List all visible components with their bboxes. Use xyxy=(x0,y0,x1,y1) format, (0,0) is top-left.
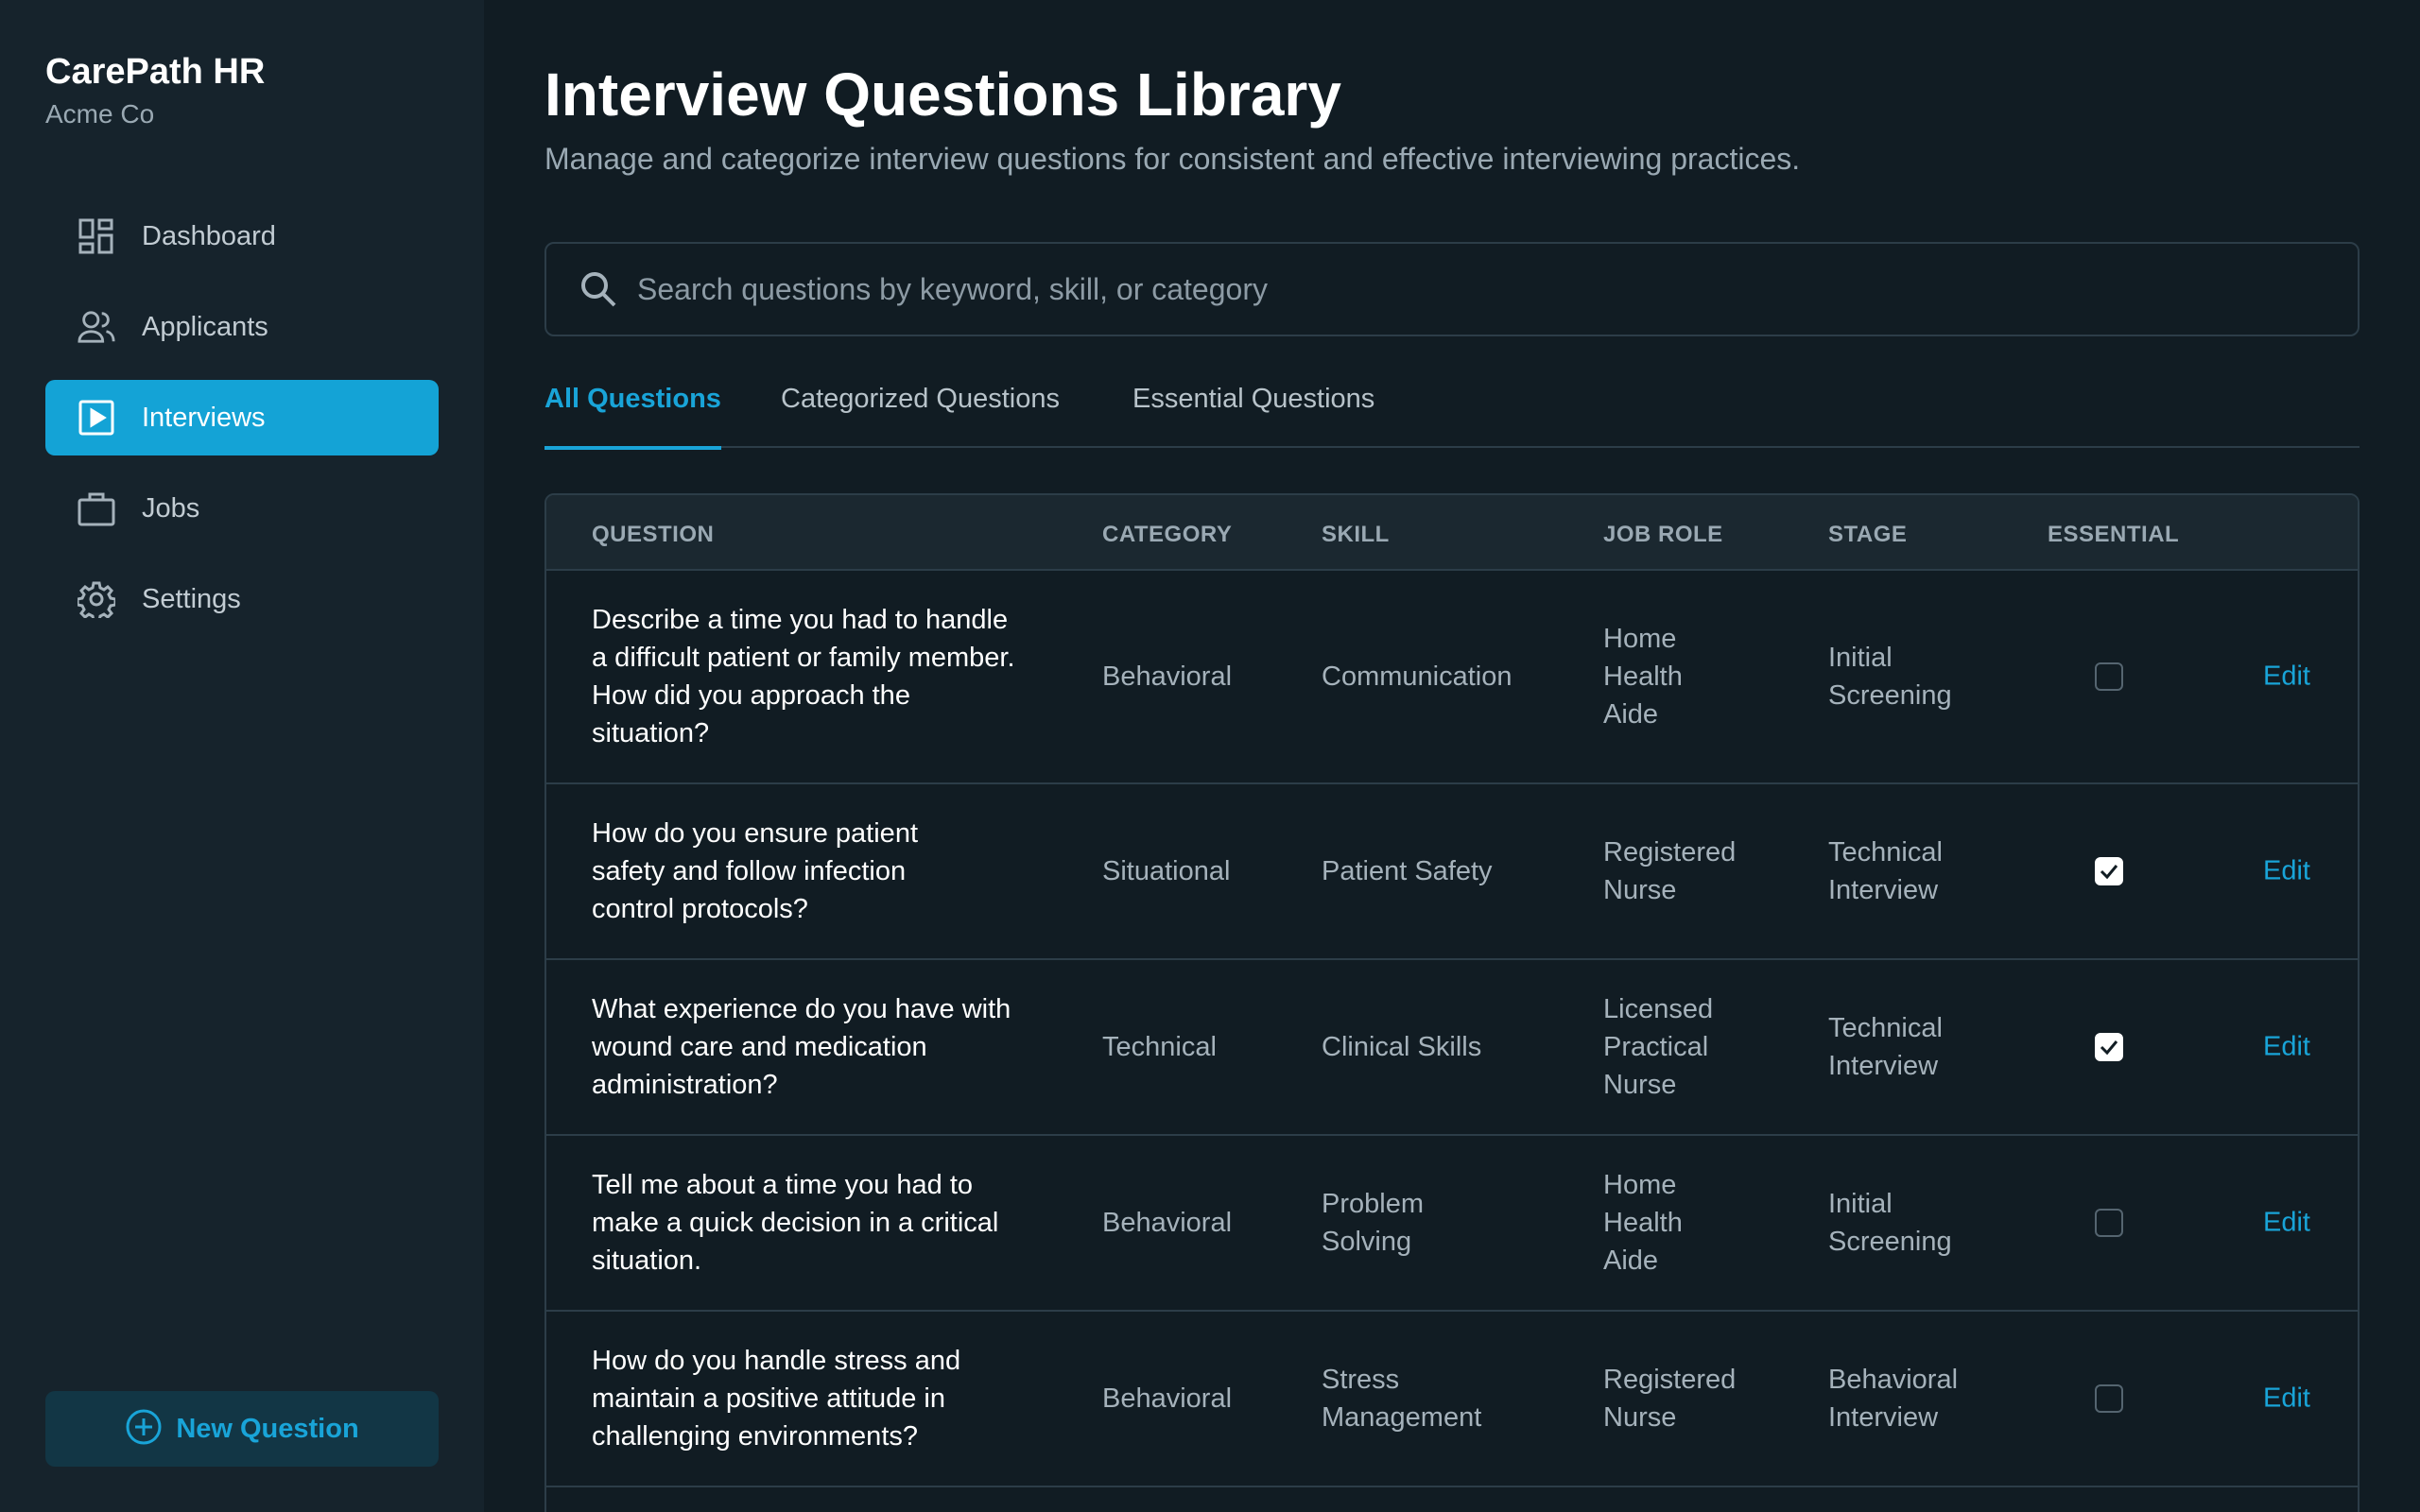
essential-checkbox[interactable] xyxy=(2095,662,2123,691)
job-role-cell: Registered Nurse xyxy=(1603,837,1737,905)
essential-checkbox[interactable] xyxy=(2095,1033,2123,1061)
page-title: Interview Questions Library xyxy=(544,60,1341,129)
stage-cell: Technical Interview xyxy=(1828,837,1943,905)
sidebar-item-applicants[interactable]: Applicants xyxy=(45,289,439,365)
question-text: Tell me about a time you had to make a q… xyxy=(592,1170,999,1276)
column-header-stage: STAGE xyxy=(1828,522,1908,547)
skill-cell: Clinical Skills xyxy=(1322,1032,1482,1062)
edit-link[interactable]: Edit xyxy=(2263,1032,2310,1063)
brand: CarePath HR Acme Co xyxy=(45,49,265,130)
category-cell: Behavioral xyxy=(1102,662,1233,692)
stage-cell: Initial Screening xyxy=(1828,643,1952,711)
new-question-button[interactable]: New Question xyxy=(45,1391,439,1467)
job-role-cell: Home Health Aide xyxy=(1603,624,1683,730)
column-header-job-role: JOB ROLE xyxy=(1603,522,1723,547)
category-cell: Behavioral xyxy=(1102,1383,1233,1414)
skill-cell: Stress Management xyxy=(1322,1365,1482,1433)
skill-cell: Patient Safety xyxy=(1322,856,1493,886)
column-header-skill: SKILL xyxy=(1322,522,1390,547)
stage-cell: Behavioral Interview xyxy=(1828,1365,1959,1433)
sidebar-item-label: Applicants xyxy=(142,311,268,342)
question-text: What experience do you have with wound c… xyxy=(592,994,1011,1100)
table-row: What experience do you have with wound c… xyxy=(546,960,2358,1136)
sidebar-item-label: Settings xyxy=(142,583,241,614)
checkmark-icon xyxy=(2100,1040,2118,1056)
questions-table: QUESTION CATEGORY SKILL JOB ROLE STAGE E… xyxy=(544,493,2360,1512)
column-header-essential: ESSENTIAL xyxy=(2048,522,2180,547)
category-cell: Behavioral xyxy=(1102,1208,1233,1238)
sidebar-item-jobs[interactable]: Jobs xyxy=(45,471,439,546)
essential-checkbox[interactable] xyxy=(2095,857,2123,885)
question-text: How do you ensure patient safety and fol… xyxy=(592,818,918,924)
brand-title: CarePath HR xyxy=(45,52,266,92)
essential-checkbox[interactable] xyxy=(2095,1209,2123,1237)
column-header-question: QUESTION xyxy=(592,522,715,547)
sidebar-nav: Dashboard Applicants Interviews Jobs Set… xyxy=(45,198,439,652)
brand-org: Acme Co xyxy=(45,99,155,129)
category-cell: Situational xyxy=(1102,856,1231,886)
people-icon xyxy=(78,308,115,346)
search-icon xyxy=(579,269,618,309)
stage-cell: Initial Screening xyxy=(1828,1189,1952,1257)
tab-categorized-questions[interactable]: Categorized Questions xyxy=(781,374,1060,448)
search-bar xyxy=(544,242,2360,336)
category-cell: Technical xyxy=(1102,1032,1217,1062)
tab-all-questions[interactable]: All Questions xyxy=(544,374,721,450)
job-role-cell: Home Health Aide xyxy=(1603,1170,1683,1276)
table-row: How do you handle stress and maintain a … xyxy=(546,1312,2358,1487)
question-text: How do you handle stress and maintain a … xyxy=(592,1346,961,1452)
essential-checkbox[interactable] xyxy=(2095,1384,2123,1413)
table-row: Describe a time you had to handle a diff… xyxy=(546,571,2358,784)
table-header: QUESTION CATEGORY SKILL JOB ROLE STAGE E… xyxy=(546,495,2358,571)
sidebar-item-label: Dashboard xyxy=(142,220,276,251)
new-question-label: New Question xyxy=(176,1413,359,1444)
skill-cell: Problem Solving xyxy=(1322,1189,1424,1257)
dashboard-icon xyxy=(78,217,115,255)
sidebar-item-interviews[interactable]: Interviews xyxy=(45,380,439,455)
sidebar-item-dashboard[interactable]: Dashboard xyxy=(45,198,439,274)
table-row: How do you ensure patient safety and fol… xyxy=(546,784,2358,960)
play-square-icon xyxy=(78,399,115,437)
gear-icon xyxy=(78,580,115,618)
tab-essential-questions[interactable]: Essential Questions xyxy=(1132,374,1374,448)
sidebar-item-label: Interviews xyxy=(142,402,266,433)
job-role-cell: Licensed Practical Nurse xyxy=(1603,994,1714,1100)
table-row: Tell me about a time you had to make a q… xyxy=(546,1136,2358,1312)
sidebar-item-label: Jobs xyxy=(142,492,200,524)
job-role-cell: Registered Nurse xyxy=(1603,1365,1737,1433)
briefcase-icon xyxy=(78,490,115,527)
sidebar: CarePath HR Acme Co Dashboard Applicants… xyxy=(0,0,484,1512)
edit-link[interactable]: Edit xyxy=(2263,1208,2310,1239)
checkmark-icon xyxy=(2100,865,2118,880)
sidebar-item-settings[interactable]: Settings xyxy=(45,561,439,637)
edit-link[interactable]: Edit xyxy=(2263,856,2310,887)
skill-cell: Communication xyxy=(1322,662,1512,692)
question-text: Describe a time you had to handle a diff… xyxy=(592,605,1015,748)
tab-bar: All Questions Categorized Questions Esse… xyxy=(544,374,2360,450)
page-subtitle: Manage and categorize interview question… xyxy=(544,142,1801,176)
edit-link[interactable]: Edit xyxy=(2263,1383,2310,1415)
edit-link[interactable]: Edit xyxy=(2263,662,2310,693)
search-input[interactable] xyxy=(637,251,2358,327)
column-header-category: CATEGORY xyxy=(1102,522,1233,547)
app: CarePath HR Acme Co Dashboard Applicants… xyxy=(0,0,2420,1512)
plus-circle-icon xyxy=(125,1408,163,1451)
stage-cell: Technical Interview xyxy=(1828,1013,1943,1081)
